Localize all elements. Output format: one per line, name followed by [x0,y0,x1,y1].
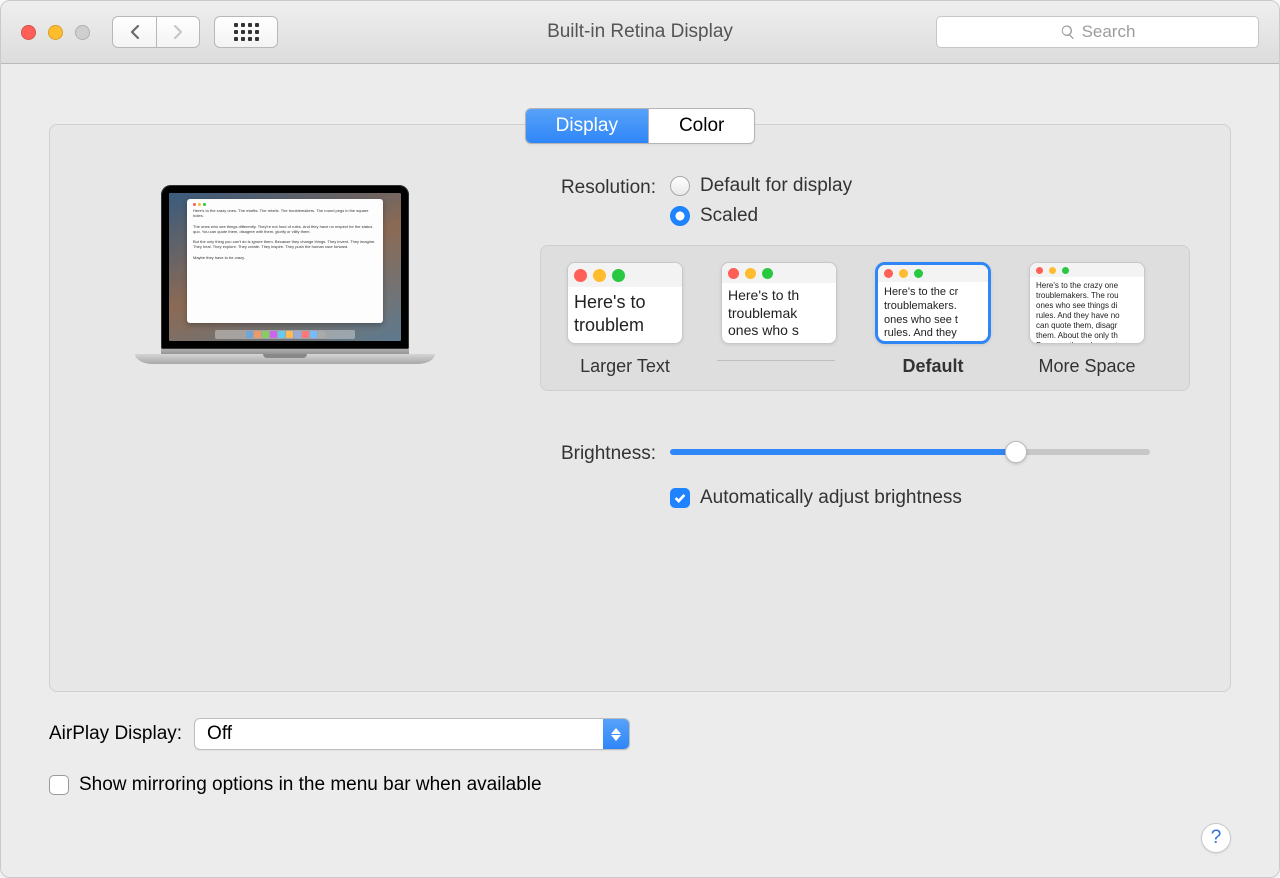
scale-label: Default [902,356,963,378]
search-placeholder: Search [1082,22,1136,42]
tab-bar: Display Color [49,108,1231,144]
radio-label: Default for display [700,175,852,197]
help-button[interactable]: ? [1201,823,1231,853]
resolution-row: Resolution: Default for display Scaled [520,175,1190,391]
minimize-window-button[interactable] [48,25,63,40]
show-all-button[interactable] [214,16,278,48]
auto-brightness-checkbox[interactable]: Automatically adjust brightness [670,487,1190,509]
search-input[interactable]: Search [936,16,1259,48]
laptop-preview: Here's to the crazy ones. The misfits. T… [135,185,435,364]
checkbox-icon [49,775,69,795]
radio-scaled[interactable]: Scaled [670,205,1190,227]
scale-option-larger-text[interactable]: Here's to troublem Larger Text [565,262,685,378]
select-value: Off [195,719,603,749]
mirroring-checkbox[interactable]: Show mirroring options in the menu bar w… [49,774,1231,796]
scale-thumb: Here's to troublem [567,262,683,344]
resolution-label: Resolution: [520,175,670,199]
tab-segment: Display Color [525,108,756,144]
settings-column: Resolution: Default for display Scaled [480,175,1190,651]
back-button[interactable] [112,16,156,48]
radio-label: Scaled [700,205,758,227]
forward-button[interactable] [156,16,200,48]
scale-options: Here's to troublem Larger Text Here's to… [540,245,1190,391]
scale-option-default[interactable]: Here's to the cr troublemakers. ones who… [873,262,993,378]
traffic-lights [21,25,90,40]
scale-thumb: Here's to th troublemak ones who s [721,262,837,344]
scale-label: More Space [1038,356,1135,378]
airplay-label: AirPlay Display: [49,723,182,745]
titlebar: Built-in Retina Display Search [1,1,1279,64]
brightness-row: Brightness: Automatically adjust brightn… [520,441,1190,509]
slider-fill [670,449,1016,455]
slider-knob[interactable] [1005,441,1027,463]
scale-thumb: Here's to the crazy one troublemakers. T… [1029,262,1145,344]
scale-option-more-space[interactable]: Here's to the crazy one troublemakers. T… [1027,262,1147,378]
close-window-button[interactable] [21,25,36,40]
checkbox-label: Show mirroring options in the menu bar w… [79,774,542,796]
content: Display Color Here's to the crazy ones. … [1,64,1279,877]
brightness-label: Brightness: [520,441,670,465]
display-panel: Here's to the crazy ones. The misfits. T… [49,124,1231,692]
help-icon: ? [1211,827,1222,849]
scale-label: Larger Text [580,356,670,378]
scale-thumb: Here's to the cr troublemakers. ones who… [875,262,991,344]
preview-column: Here's to the crazy ones. The misfits. T… [90,175,480,651]
checkbox-icon [670,488,690,508]
radio-default-for-display[interactable]: Default for display [670,175,1190,197]
checkbox-label: Automatically adjust brightness [700,487,962,509]
search-icon [1060,24,1076,40]
airplay-row: AirPlay Display: Off [49,718,1231,750]
prefs-window: Built-in Retina Display Search Display C… [0,0,1280,878]
radio-icon [670,176,690,196]
chevron-updown-icon [603,719,629,749]
brightness-slider[interactable] [670,441,1150,463]
tab-color[interactable]: Color [648,109,754,143]
nav-buttons [112,16,278,48]
airplay-select[interactable]: Off [194,718,630,750]
tab-display[interactable]: Display [526,109,648,143]
grid-icon [234,23,259,41]
radio-icon [670,206,690,226]
fullscreen-window-button[interactable] [75,25,90,40]
bottom-area: AirPlay Display: Off Show mirroring opti… [49,718,1231,796]
